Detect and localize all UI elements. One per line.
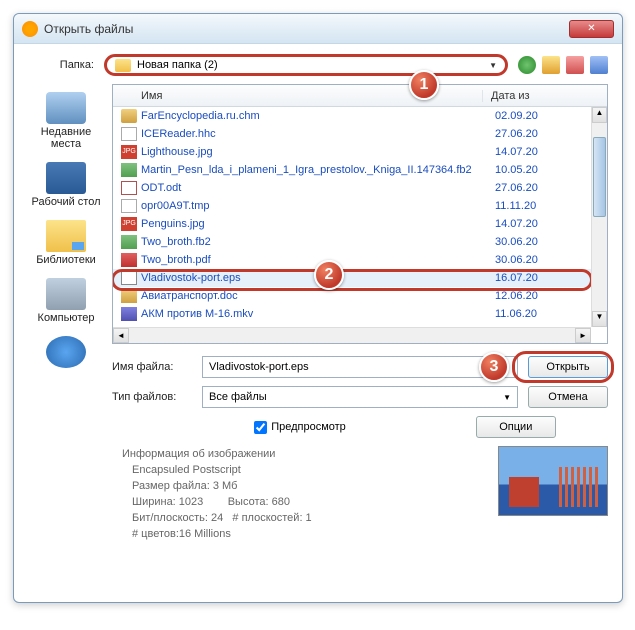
filename-label: Имя файла:: [112, 361, 202, 373]
file-name: ODT.odt: [141, 182, 487, 194]
preview-label: Предпросмотр: [271, 421, 346, 433]
file-row[interactable]: Без имени 1.odt17.06.20: [113, 323, 607, 325]
file-name: ICEReader.hhc: [141, 128, 487, 140]
file-icon: [121, 109, 137, 123]
open-button[interactable]: Открыть: [528, 356, 608, 378]
file-name: FarEncyclopedia.ru.chm: [141, 110, 487, 122]
libraries-icon: [46, 220, 86, 252]
scroll-down-icon[interactable]: ▼: [592, 311, 607, 327]
scroll-thumb[interactable]: [593, 137, 606, 217]
scroll-up-icon[interactable]: ▲: [592, 107, 607, 123]
place-desktop[interactable]: Рабочий стол: [31, 162, 100, 208]
chevron-down-icon: ▼: [489, 61, 497, 70]
folder-label: Папка:: [28, 59, 104, 71]
file-icon: [121, 181, 137, 195]
file-icon: [121, 235, 137, 249]
file-date: 27.06.20: [487, 128, 538, 140]
file-name: Lighthouse.jpg: [141, 146, 487, 158]
annotation-badge-2: 2: [314, 260, 344, 290]
desktop-icon: [46, 162, 86, 194]
preview-thumbnail: [498, 446, 608, 516]
file-name: Авиатранспорт.doc: [141, 290, 487, 302]
file-date: 11.11.20: [487, 200, 536, 212]
folder-value: Новая папка (2): [137, 59, 489, 71]
file-date: 12.06.20: [487, 290, 538, 302]
file-row[interactable]: Two_broth.fb230.06.20: [113, 233, 607, 251]
up-folder-icon[interactable]: [542, 56, 560, 74]
annotation-badge-1: 1: [409, 70, 439, 100]
file-date: 02.09.20: [487, 110, 538, 122]
app-icon: [22, 21, 38, 37]
file-icon: [121, 253, 137, 267]
file-row[interactable]: ODT.odt27.06.20: [113, 179, 607, 197]
file-icon: [121, 163, 137, 177]
titlebar: Открыть файлы ✕: [14, 14, 622, 44]
file-name: Two_broth.fb2: [141, 236, 487, 248]
computer-icon: [46, 278, 86, 310]
file-icon: JPG: [121, 217, 137, 231]
folder-icon: [115, 59, 131, 72]
file-name: Martin_Pesn_lda_i_plameni_1_Igra_prestol…: [141, 164, 487, 176]
place-network[interactable]: [46, 336, 86, 370]
file-icon: [121, 289, 137, 303]
new-folder-icon[interactable]: [566, 56, 584, 74]
file-icon: [121, 307, 137, 321]
file-icon: [121, 127, 137, 141]
file-list-header: Имя Дата из: [113, 85, 607, 107]
filetype-combobox[interactable]: Все файлы▼: [202, 386, 518, 408]
place-libraries[interactable]: Библиотеки: [36, 220, 96, 266]
file-row[interactable]: Two_broth.pdf30.06.20: [113, 251, 607, 269]
file-icon: [121, 199, 137, 213]
file-row[interactable]: Vladivostok-port.eps16.07.20: [113, 269, 607, 287]
file-name: Two_broth.pdf: [141, 254, 487, 266]
file-row[interactable]: Авиатранспорт.doc12.06.20: [113, 287, 607, 305]
file-date: 10.05.20: [487, 164, 538, 176]
recent-icon: [46, 92, 86, 124]
file-date: 14.07.20: [487, 218, 538, 230]
open-file-dialog: Открыть файлы ✕ Папка: Новая папка (2) ▼…: [13, 13, 623, 603]
annotation-badge-3: 3: [479, 352, 509, 382]
scroll-right-icon[interactable]: ►: [575, 328, 591, 343]
file-icon: [121, 271, 137, 285]
place-recent[interactable]: Недавние места: [28, 92, 104, 150]
close-button[interactable]: ✕: [569, 20, 614, 38]
file-date: 16.07.20: [487, 272, 538, 284]
file-row[interactable]: JPG Penguins.jpg14.07.20: [113, 215, 607, 233]
chevron-down-icon: ▼: [503, 393, 511, 402]
filename-input[interactable]: Vladivostok-port.eps: [202, 356, 518, 378]
file-date: 14.07.20: [487, 146, 538, 158]
options-button[interactable]: Опции: [476, 416, 556, 438]
window-title: Открыть файлы: [44, 22, 569, 36]
image-info: Информация об изображении Encapsuled Pos…: [122, 446, 484, 542]
file-row[interactable]: ICEReader.hhc27.06.20: [113, 125, 607, 143]
network-icon: [46, 336, 86, 368]
file-row[interactable]: FarEncyclopedia.ru.chm02.09.20: [113, 107, 607, 125]
file-date: 30.06.20: [487, 236, 538, 248]
back-icon[interactable]: [518, 56, 536, 74]
file-name: opr00A9T.tmp: [141, 200, 487, 212]
preview-checkbox[interactable]: [254, 421, 267, 434]
file-row[interactable]: Martin_Pesn_lda_i_plameni_1_Igra_prestol…: [113, 161, 607, 179]
place-computer[interactable]: Компьютер: [38, 278, 95, 324]
column-date[interactable]: Дата из: [483, 90, 607, 102]
view-mode-icon[interactable]: [590, 56, 608, 74]
filetype-label: Тип файлов:: [112, 391, 202, 403]
file-row[interactable]: opr00A9T.tmp11.11.20: [113, 197, 607, 215]
scroll-left-icon[interactable]: ◄: [113, 328, 129, 343]
places-bar: Недавние места Рабочий стол Библиотеки К…: [28, 84, 104, 542]
horizontal-scrollbar[interactable]: ◄ ►: [113, 327, 591, 343]
file-date: 11.06.20: [487, 308, 537, 320]
file-row[interactable]: АКМ против М-16.mkv11.06.20: [113, 305, 607, 323]
vertical-scrollbar[interactable]: ▲ ▼: [591, 107, 607, 327]
file-name: Penguins.jpg: [141, 218, 487, 230]
file-list: Имя Дата из FarEncyclopedia.ru.chm02.09.…: [112, 84, 608, 344]
file-name: АКМ против М-16.mkv: [141, 308, 487, 320]
file-date: 30.06.20: [487, 254, 538, 266]
folder-combobox[interactable]: Новая папка (2) ▼: [104, 54, 508, 76]
file-row[interactable]: JPG Lighthouse.jpg14.07.20: [113, 143, 607, 161]
cancel-button[interactable]: Отмена: [528, 386, 608, 408]
file-date: 27.06.20: [487, 182, 538, 194]
file-icon: JPG: [121, 145, 137, 159]
